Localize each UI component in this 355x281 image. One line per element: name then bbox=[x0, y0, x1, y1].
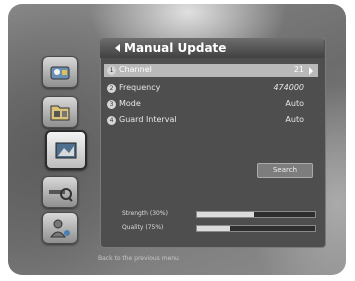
quality-meter-fill bbox=[197, 226, 231, 231]
row-label: Channel bbox=[119, 65, 152, 74]
installation-icon bbox=[55, 142, 77, 159]
page-title: Manual Update bbox=[124, 41, 227, 55]
strength-meter-fill bbox=[197, 212, 254, 217]
row-label: Mode bbox=[119, 99, 141, 108]
row-number: 2 bbox=[107, 84, 116, 93]
status-hint: Back to the previous menu bbox=[98, 255, 179, 262]
back-arrow-icon[interactable] bbox=[115, 44, 120, 52]
sidebar-item-search[interactable] bbox=[42, 176, 78, 208]
quality-percent: (75%) bbox=[145, 224, 164, 231]
row-number: 4 bbox=[107, 116, 116, 125]
setting-row-channel[interactable]: 1 Channel 21 bbox=[104, 64, 318, 77]
strength-percent: (30%) bbox=[149, 210, 168, 217]
media-folder-icon bbox=[50, 105, 70, 121]
row-value: 21 bbox=[293, 65, 304, 74]
chevron-right-icon[interactable] bbox=[309, 67, 313, 75]
row-label: Frequency bbox=[119, 83, 161, 92]
setting-row-frequency[interactable]: 2 Frequency 474000 bbox=[104, 82, 318, 95]
row-label: Guard Interval bbox=[119, 115, 177, 124]
sidebar-item-installation[interactable] bbox=[45, 130, 87, 170]
quality-meter bbox=[196, 225, 316, 232]
sidebar-item-media[interactable] bbox=[42, 96, 78, 128]
satellite-dish-icon bbox=[50, 66, 70, 80]
sidebar-item-settings[interactable] bbox=[42, 212, 78, 244]
setting-row-guard-interval[interactable]: 4 Guard Interval Auto bbox=[104, 114, 318, 127]
search-key-icon bbox=[49, 188, 73, 202]
setting-row-mode[interactable]: 3 Mode Auto bbox=[104, 98, 318, 111]
row-number: 3 bbox=[107, 100, 116, 109]
quality-label: Quality (75%) bbox=[122, 224, 164, 231]
sidebar-item-satellite[interactable] bbox=[42, 56, 78, 88]
row-value: Auto bbox=[285, 99, 304, 108]
row-value: 474000 bbox=[273, 83, 304, 92]
search-button[interactable]: Search bbox=[257, 163, 313, 178]
strength-label: Strength (30%) bbox=[122, 210, 168, 217]
row-number: 1 bbox=[107, 66, 116, 75]
row-value: Auto bbox=[285, 115, 304, 124]
settings-person-icon bbox=[50, 219, 70, 238]
strength-meter bbox=[196, 211, 316, 218]
